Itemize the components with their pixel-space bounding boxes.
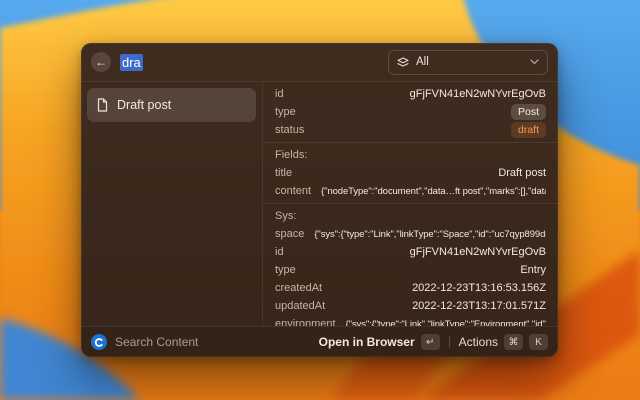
field-label: type xyxy=(275,264,296,276)
return-key-icon: ↵ xyxy=(421,334,440,350)
field-value: gFjFVN41eN2wNYvrEgOvB xyxy=(410,246,546,258)
footer-divider xyxy=(449,336,450,348)
footer-actions: Open in Browser ↵ Actions ⌘ K xyxy=(319,334,548,350)
list-item-draft-post[interactable]: Draft post xyxy=(87,88,256,122)
detail-row: space {"sys":{"type":"Link","linkType":"… xyxy=(275,225,546,243)
search-query-selected-text: dra xyxy=(120,54,143,71)
section-header-label: Sys: xyxy=(275,210,296,222)
contentful-icon xyxy=(91,334,107,350)
filter-dropdown-value: All xyxy=(416,56,429,68)
status-badge: draft xyxy=(511,122,546,138)
field-label: status xyxy=(275,124,304,136)
field-value: Draft post xyxy=(498,167,546,179)
field-label: type xyxy=(275,106,296,118)
detail-row: updatedAt 2022-12-23T13:17:01.571Z xyxy=(275,297,546,315)
detail-row: title Draft post xyxy=(275,164,546,182)
detail-row: id gFjFVN41eN2wNYvrEgOvB xyxy=(275,85,546,103)
detail-row: environment {"sys":{"type":"Link","linkT… xyxy=(275,315,546,326)
detail-row: createdAt 2022-12-23T13:16:53.156Z xyxy=(275,279,546,297)
field-value: 2022-12-23T13:17:01.571Z xyxy=(412,300,546,312)
open-in-browser-button[interactable]: Open in Browser xyxy=(319,335,415,349)
chevron-down-icon xyxy=(530,59,539,65)
field-label: id xyxy=(275,246,284,258)
field-label: content xyxy=(275,185,311,197)
detail-row: id gFjFVN41eN2wNYvrEgOvB xyxy=(275,243,546,261)
k-key-icon: K xyxy=(529,334,548,350)
field-value: gFjFVN41eN2wNYvrEgOvB xyxy=(410,88,546,100)
field-label: environment xyxy=(275,318,336,326)
field-label: updatedAt xyxy=(275,300,325,312)
search-input[interactable]: dra xyxy=(120,55,143,70)
field-label: space xyxy=(275,228,304,240)
results-list: Draft post xyxy=(81,82,263,326)
section-divider xyxy=(263,142,558,143)
type-badge: Post xyxy=(511,104,546,120)
filter-dropdown[interactable]: All xyxy=(388,50,548,75)
detail-row: type Post xyxy=(275,103,546,121)
field-value: 2022-12-23T13:16:53.156Z xyxy=(412,282,546,294)
list-item-title: Draft post xyxy=(117,98,171,112)
section-divider xyxy=(263,203,558,204)
detail-row: content {"nodeType":"document","data…ft … xyxy=(275,182,546,200)
search-bar: ← dra All xyxy=(81,43,558,82)
detail-row: status draft xyxy=(275,121,546,139)
command-name: Search Content xyxy=(115,335,198,349)
cmd-key-icon: ⌘ xyxy=(504,334,523,350)
layers-icon xyxy=(397,57,409,68)
window-body: Draft post id gFjFVN41eN2wNYvrEgOvB type… xyxy=(81,82,558,326)
field-value: {"sys":{"type":"Link","linkType":"Enviro… xyxy=(346,319,546,327)
field-value: {"nodeType":"document","data…ft post","m… xyxy=(321,186,546,197)
section-header: Sys: xyxy=(275,207,546,225)
detail-panel: id gFjFVN41eN2wNYvrEgOvB type Post statu… xyxy=(263,82,558,326)
back-button[interactable]: ← xyxy=(91,52,111,72)
field-label: title xyxy=(275,167,292,179)
command-palette-window: ← dra All Dr xyxy=(81,43,558,357)
desktop: ← dra All Dr xyxy=(0,0,640,400)
field-value: Entry xyxy=(520,264,546,276)
field-label: id xyxy=(275,88,284,100)
action-bar: Search Content Open in Browser ↵ Actions… xyxy=(81,326,558,357)
field-label: createdAt xyxy=(275,282,322,294)
section-header-label: Fields: xyxy=(275,149,307,161)
detail-row: type Entry xyxy=(275,261,546,279)
section-header: Fields: xyxy=(275,146,546,164)
field-value: {"sys":{"type":"Link","linkType":"Space"… xyxy=(314,229,546,240)
actions-button[interactable]: Actions xyxy=(459,335,498,349)
document-icon xyxy=(96,98,109,112)
